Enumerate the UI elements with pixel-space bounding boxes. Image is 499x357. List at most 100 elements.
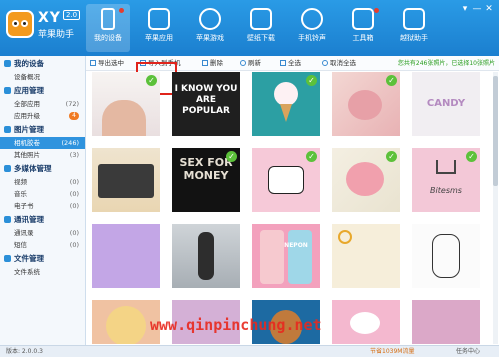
brand: XY 2.0 苹果助手 [38, 10, 81, 40]
nav-apple-apps[interactable]: 苹果应用 [137, 4, 181, 52]
photo-tile[interactable]: ✓ [332, 148, 400, 212]
photo-tile[interactable] [92, 224, 160, 288]
photo-figure [102, 100, 146, 136]
sidebar-item-camera-roll[interactable]: 相机胶卷 (246) [0, 137, 85, 149]
jailbreak-icon [403, 8, 425, 30]
phone-shape [260, 230, 284, 284]
check-icon: ✓ [386, 151, 397, 162]
photo-tile[interactable]: SEX FOR MONEY ✓ [172, 148, 240, 212]
nav-toolbox[interactable]: 工具箱 [341, 4, 385, 52]
sidebar-item-ebooks[interactable]: 电子书 (0) [0, 200, 85, 212]
nav-ringtones[interactable]: 手机铃声 [290, 4, 334, 52]
phone-icon [101, 8, 115, 30]
deselect-all-button[interactable]: 取消全选 [322, 56, 356, 71]
refresh-button[interactable]: 刷新 [240, 56, 261, 71]
sidebar-item-contacts[interactable]: 通讯录 (0) [0, 227, 85, 239]
version-text: 版本: 2.0.0.3 [6, 348, 43, 355]
cone-shape [280, 104, 292, 122]
music-icon [301, 8, 323, 30]
sidebar-item-video[interactable]: 视频 (0) [0, 176, 85, 188]
selection-status: 您共有246张照片，已选择10张照片 [397, 60, 495, 67]
select-all-button[interactable]: 全选 [280, 56, 301, 71]
sidebar-item-device-overview[interactable]: 设备概况 [0, 71, 85, 83]
check-icon: ✓ [146, 75, 157, 86]
photo-tile[interactable] [172, 224, 240, 288]
tile-caption: CANDY [426, 98, 466, 109]
crown-icon [436, 160, 456, 174]
version-badge: 2.0 [62, 10, 81, 20]
photo-tile[interactable]: ✓ [92, 72, 160, 136]
nav-my-device[interactable]: 我的设备 [86, 4, 130, 52]
export-button[interactable]: 导出选中 [90, 56, 124, 71]
sidebar-group-media[interactable]: 多媒体管理 [0, 161, 85, 176]
trash-icon [202, 60, 208, 66]
hands-shape [268, 166, 304, 194]
cassette-shape [98, 164, 154, 198]
toolbox-icon [352, 8, 374, 30]
sidebar-group-device[interactable]: 我的设备 [0, 56, 85, 71]
app-subtitle: 苹果助手 [38, 30, 75, 40]
watermark: www.qinpinchung.net [150, 316, 322, 334]
sidebar-item-filesystem[interactable]: 文件系统 [0, 266, 85, 278]
status-bar: 版本: 2.0.0.3 节省1039M流量 任务中心 [0, 345, 499, 357]
sidebar-item-music[interactable]: 音乐 (0) [0, 188, 85, 200]
photo-grid: ✓ I KNOW YOU ARE POPULAR ✓ ✓ CANDY SEX F… [92, 72, 492, 344]
photo-tile[interactable]: Bitesms ✓ [412, 148, 480, 212]
apps-icon [148, 8, 170, 30]
photo-tile[interactable]: ✓ [252, 72, 320, 136]
sidebar-group-apps[interactable]: 应用管理 [0, 83, 85, 98]
photo-tile[interactable]: ✓ [252, 148, 320, 212]
app-name: XY [38, 10, 61, 26]
photo-tile[interactable]: NEPON [252, 224, 320, 288]
window-controls: ▾ — ✕ [459, 4, 495, 14]
sun-icon [338, 230, 352, 244]
scrollbar-thumb[interactable] [493, 76, 498, 186]
check-icon: ✓ [466, 151, 477, 162]
nav-apple-games[interactable]: 苹果游戏 [188, 4, 232, 52]
sidebar-item-sms[interactable]: 短信 (0) [0, 239, 85, 251]
tile-caption: I KNOW YOU ARE POPULAR [174, 84, 238, 116]
check-icon: ✓ [306, 151, 317, 162]
check-icon: ✓ [226, 151, 237, 162]
sidebar-item-app-updates[interactable]: 应用升级 4 [0, 110, 85, 122]
picture-icon [250, 8, 272, 30]
rose-shape [346, 162, 384, 196]
flower-shape [348, 90, 382, 120]
photo-tile[interactable] [412, 224, 480, 288]
sidebar-group-files[interactable]: 文件管理 [0, 251, 85, 266]
photo-tile[interactable]: ✓ [332, 72, 400, 136]
sidebar-group-photos[interactable]: 图片管理 [0, 122, 85, 137]
nav-jailbreak[interactable]: 越狱助手 [392, 4, 436, 52]
task-center-button[interactable]: 任务中心 [456, 346, 480, 357]
tile-caption: Bitesms [430, 186, 462, 195]
export-icon [90, 60, 96, 66]
check-icon: ✓ [306, 75, 317, 86]
top-bar: XY 2.0 苹果助手 我的设备 苹果应用 苹果游戏 壁纸下载 手机铃声 工具箱 … [0, 0, 499, 56]
minimize-button[interactable]: — [471, 4, 483, 14]
delete-button[interactable]: 删除 [202, 56, 223, 71]
hand-sketch [432, 234, 460, 278]
cancel-icon [322, 60, 328, 66]
photo-tile[interactable] [92, 148, 160, 212]
sidebar: 我的设备 设备概况 应用管理 全部应用 (72) 应用升级 4 图片管理 相机胶卷(… [0, 56, 86, 345]
kitty-shape [350, 312, 380, 334]
menu-button[interactable]: ▾ [459, 4, 471, 14]
photo-tile[interactable]: CANDY [412, 72, 480, 136]
sidebar-item-all-apps[interactable]: 全部应用 (72) [0, 98, 85, 110]
tile-caption: NEPON [284, 242, 308, 249]
photo-tile[interactable] [332, 224, 400, 288]
sidebar-item-other-photos[interactable]: 其他照片 (3) [0, 149, 85, 161]
photo-tile[interactable]: I KNOW YOU ARE POPULAR [172, 72, 240, 136]
update-badge: 4 [69, 112, 79, 120]
notification-dot [119, 8, 124, 13]
photo-tile[interactable] [332, 300, 400, 344]
plus-icon [199, 8, 221, 30]
sidebar-group-comms[interactable]: 通讯管理 [0, 212, 85, 227]
notification-dot [374, 8, 379, 13]
traffic-saved: 节省1039M流量 [370, 348, 415, 355]
nav-wallpapers[interactable]: 壁纸下载 [239, 4, 283, 52]
close-button[interactable]: ✕ [483, 4, 495, 14]
photo-tile[interactable] [412, 300, 480, 344]
scrollbar[interactable] [493, 72, 498, 344]
icecream-shape [274, 82, 298, 106]
